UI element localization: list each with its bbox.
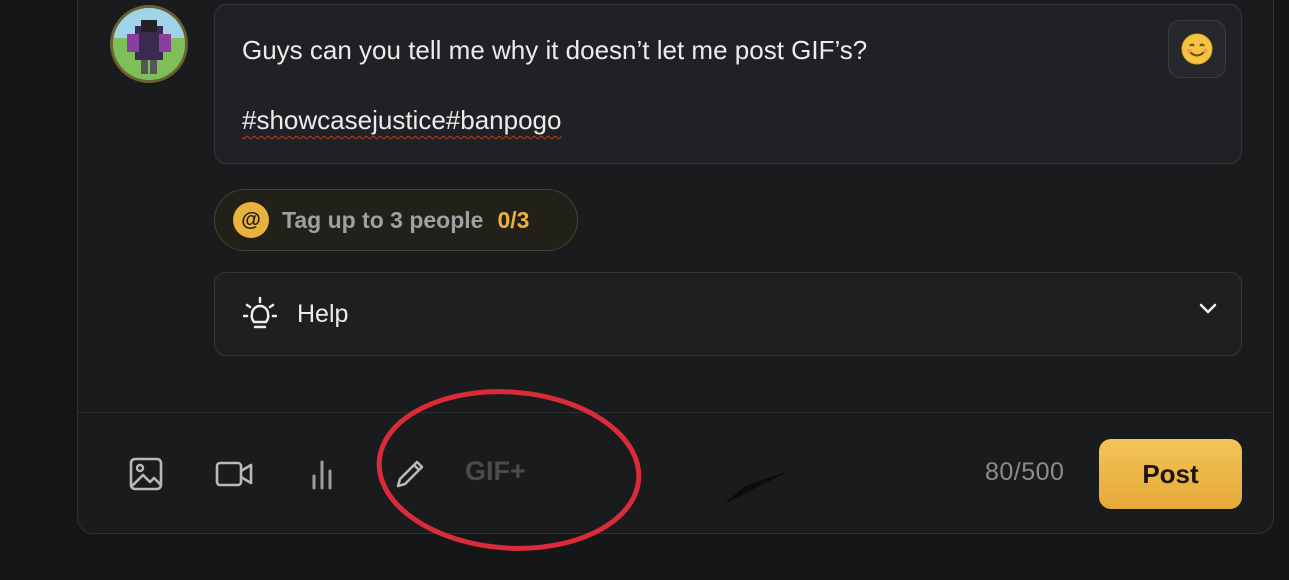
tag-label: Tag up to 3 people [282, 206, 484, 233]
post-text-line[interactable]: Guys can you tell me why it doesn’t let … [242, 35, 867, 66]
help-dropdown[interactable]: Help [214, 272, 1242, 356]
tag-people-button[interactable]: @ Tag up to 3 people 0/3 [214, 189, 578, 251]
lightbulb-icon [243, 296, 277, 329]
at-sign-icon: @ [233, 202, 269, 238]
tag-count: 0/3 [497, 206, 530, 233]
toolbar-divider [78, 412, 1273, 413]
emoji-button[interactable] [1168, 20, 1226, 78]
post-hashtags[interactable]: #showcasejustice#banpogo [242, 105, 561, 136]
add-poll-button[interactable] [306, 456, 338, 492]
post-text-area[interactable]: Guys can you tell me why it doesn’t let … [214, 4, 1242, 164]
post-button[interactable]: Post [1099, 439, 1242, 509]
gif-button[interactable]: GIF+ [465, 456, 526, 487]
help-label: Help [297, 300, 349, 328]
pencil-icon [396, 460, 424, 488]
add-image-button[interactable] [128, 456, 164, 492]
avatar[interactable] [110, 5, 188, 83]
draw-button[interactable] [392, 456, 428, 492]
character-counter: 80/500 [985, 458, 1065, 486]
smile-emoji-icon [1181, 33, 1213, 65]
video-icon [215, 461, 253, 487]
add-video-button[interactable] [214, 458, 254, 490]
image-icon [129, 457, 163, 491]
chevron-down-icon[interactable] [1199, 303, 1217, 315]
poll-icon [312, 460, 332, 490]
